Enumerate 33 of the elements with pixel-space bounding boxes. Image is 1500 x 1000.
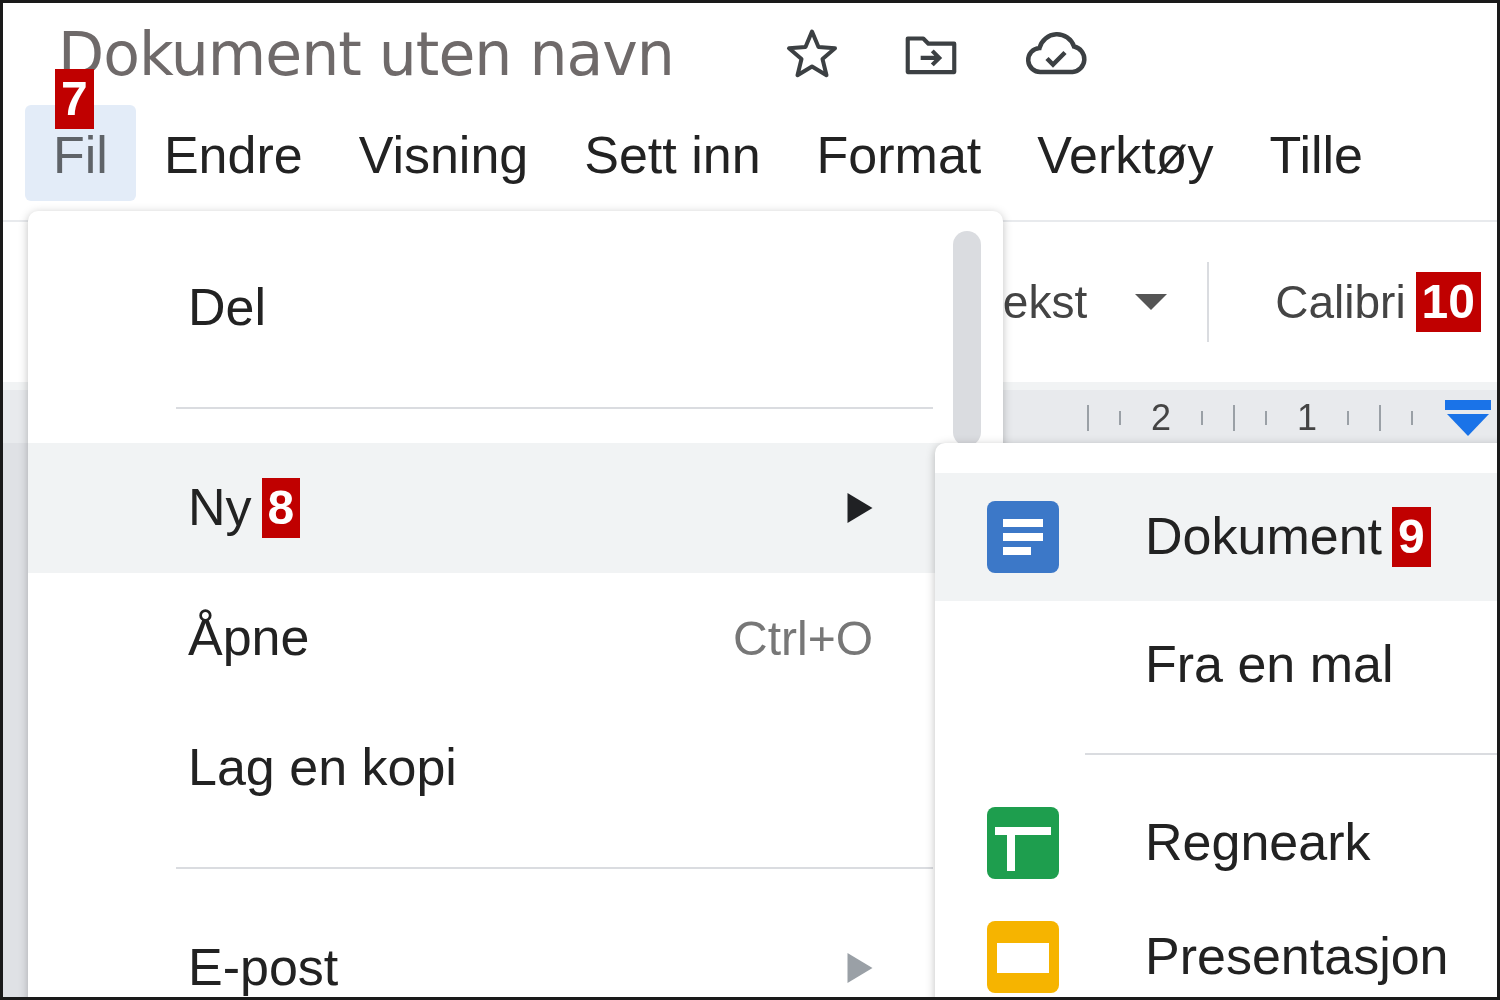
menu-item[interactable]: Del — [28, 243, 1003, 373]
menu-item-label: Dokument — [1145, 508, 1382, 566]
font-dropdown[interactable]: Calibri — [1275, 275, 1406, 329]
spreadsheet-icon — [987, 807, 1059, 879]
indent-marker-icon[interactable] — [1443, 397, 1493, 438]
menu-item-label: Ny — [188, 479, 252, 537]
menu-bar-item[interactable]: Tille — [1241, 105, 1391, 201]
menu-bar-item[interactable]: Format — [788, 105, 1010, 201]
shortcut-text: Ctrl+O — [733, 610, 873, 666]
menu-bar-item[interactable]: Sett inn — [556, 105, 789, 201]
annotation-badge: 10 — [1415, 272, 1481, 332]
presentation-icon — [987, 921, 1059, 993]
annotation-badge: 7 — [55, 69, 94, 129]
caret-icon[interactable] — [1135, 294, 1168, 310]
menu-bar-item[interactable]: Verktøy — [1009, 105, 1242, 201]
menu-item-label: Åpne — [188, 609, 310, 667]
menu-item[interactable]: Dokument 9 — [935, 473, 1497, 601]
menu-item[interactable]: Fra en mal — [935, 601, 1497, 729]
ruler-number: 2 — [1150, 396, 1171, 439]
document-icon — [987, 501, 1059, 573]
menu-item-label: Fra en mal — [1145, 636, 1394, 694]
menu-bar-item[interactable]: Endre — [135, 105, 331, 201]
annotation-badge: 9 — [1392, 507, 1431, 567]
menu-item-label: Regneark — [1145, 814, 1371, 872]
ruler-number: 1 — [1296, 396, 1317, 439]
menu-item-label: Presentasjon — [1145, 928, 1449, 986]
menu-bar-item[interactable]: Visning — [330, 105, 557, 201]
paragraph-style-dropdown[interactable]: ekst — [1002, 275, 1088, 329]
scrollbar-thumb[interactable] — [953, 231, 981, 446]
menu-item-label: E-post — [188, 939, 339, 997]
annotation-badge: 8 — [261, 478, 301, 538]
menu-item-label: Lag en kopi — [188, 739, 457, 797]
menu-item-label: Del — [188, 279, 267, 337]
